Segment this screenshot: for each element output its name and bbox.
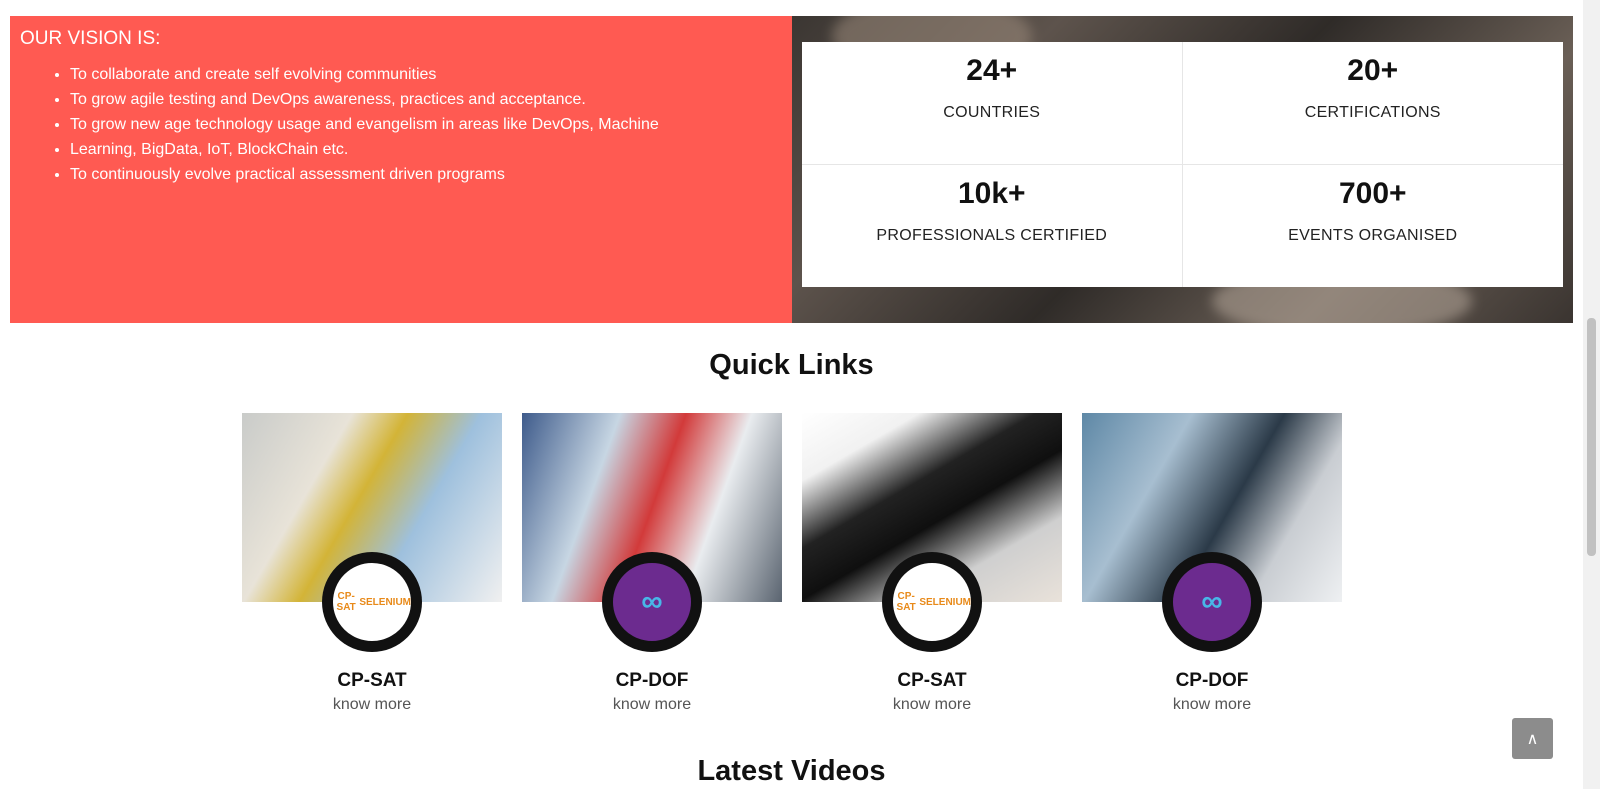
quick-link-card[interactable]: CP-SAT SELENIUM CP-SAT know more (802, 413, 1062, 714)
cp-sat-badge-icon: CP-SAT SELENIUM (317, 547, 427, 657)
cp-dof-badge-icon: ∞ (597, 547, 707, 657)
infinity-icon: ∞ (641, 585, 663, 618)
stat-value: 24+ (966, 54, 1018, 87)
card-title: CP-SAT (337, 670, 407, 691)
page: OUR VISION IS: To collaborate and create… (0, 0, 1600, 789)
stat-label: CERTIFICATIONS (1304, 104, 1441, 121)
badge-subtext: SELENIUM (359, 596, 411, 608)
stat-events: 700+ EVENTS ORGANISED (1183, 165, 1564, 288)
scrollbar-thumb[interactable] (1587, 318, 1596, 556)
stat-countries: 24+ COUNTRIES (802, 42, 1183, 165)
infinity-icon: ∞ (1201, 585, 1223, 618)
know-more-link[interactable]: know more (893, 696, 971, 714)
page-scrollbar[interactable] (1583, 0, 1600, 789)
cp-sat-badge-icon: CP-SAT SELENIUM (877, 547, 987, 657)
stat-certifications: 20+ CERTIFICATIONS (1182, 42, 1563, 165)
stat-value: 10k+ (957, 176, 1026, 210)
badge-text: CP-SAT (896, 591, 916, 613)
stat-label: EVENTS ORGANISED (1288, 226, 1458, 244)
vision-item: To collaborate and create self evolving … (70, 62, 782, 87)
vision-list: To collaborate and create self evolving … (20, 62, 782, 187)
quick-link-card[interactable]: ∞ CP-DOF know more (1082, 413, 1342, 714)
know-more-link[interactable]: know more (333, 696, 411, 714)
card-title: CP-SAT (897, 670, 967, 691)
know-more-link[interactable]: know more (613, 696, 691, 714)
quick-links-title: Quick Links (709, 349, 874, 381)
latest-videos-title: Latest Videos (697, 755, 886, 787)
cp-dof-badge-icon: ∞ (1157, 547, 1267, 657)
know-more-link[interactable]: know more (1173, 696, 1251, 714)
stat-value: 20+ (1347, 54, 1399, 87)
chevron-up-icon: ∧ (1526, 730, 1539, 748)
vision-panel: OUR VISION IS: To collaborate and create… (10, 16, 792, 323)
vision-item: To grow agile testing and DevOps awarene… (70, 87, 782, 112)
back-to-top-button[interactable]: ∧ (1512, 718, 1553, 759)
vision-title: OUR VISION IS: (20, 28, 161, 49)
stat-professionals: 10k+ PROFESSIONALS CERTIFIED (802, 164, 1183, 287)
stat-label: COUNTRIES (943, 104, 1041, 121)
badge-text: CP-SAT (336, 591, 356, 613)
stat-value: 700+ (1338, 176, 1407, 210)
quick-link-card[interactable]: ∞ CP-DOF know more (522, 413, 782, 714)
vision-item: To continuously evolve practical assessm… (70, 162, 782, 187)
card-title: CP-DOF (1175, 670, 1249, 691)
vision-item: To grow new age technology usage and eva… (70, 112, 782, 137)
vision-section: OUR VISION IS: To collaborate and create… (10, 16, 1573, 323)
vision-item: Learning, BigData, IoT, BlockChain etc. (70, 137, 782, 162)
badge-subtext: SELENIUM (919, 596, 971, 608)
card-title: CP-DOF (615, 670, 689, 691)
quick-link-card[interactable]: CP-SAT SELENIUM CP-SAT know more (242, 413, 502, 714)
quick-links-cards: CP-SAT SELENIUM CP-SAT know more ∞ CP-DOF… (242, 413, 1342, 714)
stats-grid: 24+ COUNTRIES 20+ CERTIFICATIONS 10k+ PR… (802, 42, 1563, 287)
stat-label: PROFESSIONALS CERTIFIED (876, 226, 1108, 244)
stats-background: 24+ COUNTRIES 20+ CERTIFICATIONS 10k+ PR… (792, 16, 1573, 323)
